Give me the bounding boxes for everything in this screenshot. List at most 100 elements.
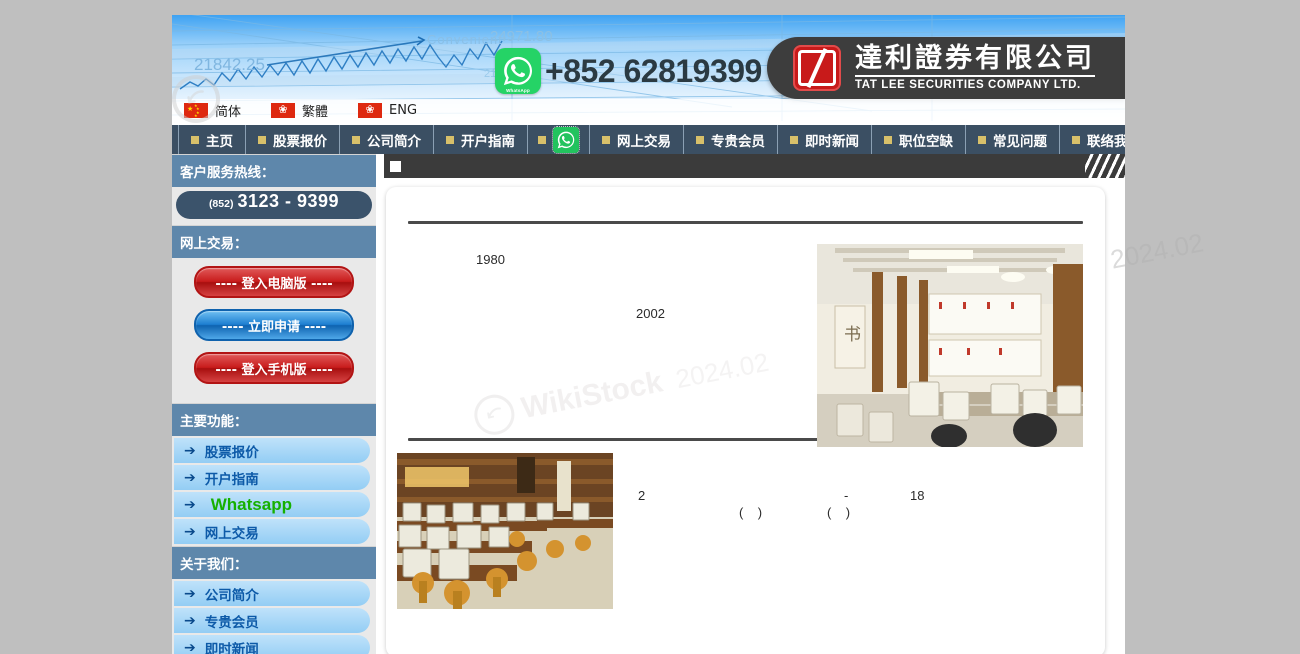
banner-tagline: Convenient xyxy=(427,32,503,47)
logo-divider xyxy=(855,75,1095,78)
whatsapp-contact[interactable]: WhatsApp +852 62819399 xyxy=(495,48,762,94)
sidebar-item-about[interactable]: ➔ 公司简介 xyxy=(174,581,370,606)
nav-account-guide[interactable]: 开户指南 xyxy=(434,125,528,154)
sidebar-item-about-label: 公司简介 xyxy=(204,587,259,604)
section2-number: 18 xyxy=(910,488,925,503)
main-navigation: 主页 股票报价 公司简介 开户指南 网上交易 专贵会员 即时新闻 职位空缺 常见… xyxy=(172,125,1125,154)
sidebar: 客户服务热线： (852) 3123 - 9399 网上交易： ---- 登入电… xyxy=(172,154,376,654)
office-photo-1: 书 xyxy=(817,244,1083,447)
section2-count: 2 xyxy=(638,488,646,503)
sidebar-item-quotes[interactable]: ➔ 股票报价 xyxy=(174,438,370,463)
arrow-right-icon: ➔ xyxy=(184,442,196,459)
nav-contact-label: 联络我们 xyxy=(1087,133,1125,150)
login-desktop-button[interactable]: ---- 登入电脑版 ---- xyxy=(194,266,354,298)
hotline-heading: 客户服务热线： xyxy=(172,154,376,187)
nav-whatsapp[interactable] xyxy=(528,125,590,154)
whatsapp-icon[interactable] xyxy=(552,125,580,154)
nav-jobs[interactable]: 职位空缺 xyxy=(872,125,966,154)
nav-online-trading[interactable]: 网上交易 xyxy=(590,125,684,154)
arrow-right-icon: ➔ xyxy=(184,496,196,513)
topbar-stripes-decoration xyxy=(1085,154,1125,178)
page-body: 客户服务热线： (852) 3123 - 9399 网上交易： ---- 登入电… xyxy=(172,154,1125,654)
nav-account-guide-label: 开户指南 xyxy=(461,133,515,150)
arrow-right-icon: ➔ xyxy=(184,612,196,629)
nav-about-label: 公司简介 xyxy=(367,133,421,150)
nav-faq-label: 常见问题 xyxy=(993,133,1047,150)
company-logo[interactable]: 達利證券有限公司 TAT LEE SECURITIES COMPANY LTD. xyxy=(767,37,1125,99)
nav-faq[interactable]: 常见问题 xyxy=(966,125,1060,154)
sidebar-item-news-label: 即时新闻 xyxy=(204,641,259,654)
office-photo-2 xyxy=(397,453,613,609)
company-name-block: 達利證券有限公司 TAT LEE SECURITIES COMPANY LTD. xyxy=(855,42,1095,92)
lang-english[interactable]: ❀ ENG xyxy=(358,102,418,118)
nav-about[interactable]: 公司简介 xyxy=(340,125,434,154)
watermark-left xyxy=(172,70,225,128)
year-founded: 1980 xyxy=(476,252,505,267)
login-mobile-button[interactable]: ---- 登入手机版 ---- xyxy=(194,352,354,384)
trading-buttons: ---- 登入电脑版 ---- ---- 立即申请 ---- ---- 登入手机… xyxy=(172,258,376,403)
company-history-section: 1980 2002 书 xyxy=(386,224,1105,447)
bullet-icon xyxy=(790,135,798,144)
apply-now-button[interactable]: ---- 立即申请 ---- xyxy=(194,309,354,341)
section2-parenthesis-1: ( ) xyxy=(739,505,763,520)
arrow-right-icon: ➔ xyxy=(184,523,196,540)
lang-english-label: ENG xyxy=(389,102,418,118)
nav-quotes-label: 股票报价 xyxy=(273,133,327,150)
bullet-icon xyxy=(602,135,610,144)
page-root: 21842.25 24971.80 21500.00 Convenient Wh… xyxy=(172,15,1125,654)
sidebar-item-account-guide[interactable]: ➔ 开户指南 xyxy=(174,465,370,490)
functions-heading: 主要功能： xyxy=(172,403,376,436)
wikistock-logo-icon xyxy=(172,70,225,128)
company-name-en: TAT LEE SECURITIES COMPANY LTD. xyxy=(855,79,1081,92)
nav-home[interactable]: 主页 xyxy=(178,125,246,154)
language-switcher: ★ ★ ★ ★ ★ 简体 ❀ 繁體 ❀ ENG xyxy=(172,99,1125,121)
bullet-icon xyxy=(352,135,360,144)
arrow-right-icon: ➔ xyxy=(184,585,196,602)
bullet-icon xyxy=(538,135,546,144)
sidebar-item-whatsapp-label: Whatsapp xyxy=(210,494,292,514)
nav-jobs-label: 职位空缺 xyxy=(899,133,953,150)
hotline-pill[interactable]: (852) 3123 - 9399 xyxy=(176,191,372,219)
whatsapp-phone-number: +852 62819399 xyxy=(545,52,762,89)
sidebar-item-account-guide-label: 开户指南 xyxy=(204,471,259,488)
tat-lee-logo-icon xyxy=(793,45,841,91)
whatsapp-glyph xyxy=(503,56,533,86)
section2-parenthesis-2: ( ) xyxy=(827,505,851,520)
nav-vip-member-label: 专贵会员 xyxy=(711,133,765,150)
arrow-right-icon: ➔ xyxy=(184,639,196,654)
bullet-icon xyxy=(978,135,986,144)
nav-vip-member[interactable]: 专贵会员 xyxy=(684,125,778,154)
company-name-cn: 達利證券有限公司 xyxy=(855,42,1095,74)
site-banner: 21842.25 24971.80 21500.00 Convenient Wh… xyxy=(172,15,1125,121)
trading-hall-section: 2 - 18 ( ) ( ) xyxy=(386,441,1105,641)
bullet-icon xyxy=(191,135,199,144)
hotline-prefix: (852) xyxy=(208,198,234,210)
content-card: 1980 2002 书 2 - 18 () () xyxy=(386,187,1105,654)
sidebar-item-online-trading[interactable]: ➔ 网上交易 xyxy=(174,519,370,544)
whatsapp-icon[interactable]: WhatsApp xyxy=(495,48,541,94)
nav-news-label: 即时新闻 xyxy=(805,133,859,150)
bullet-icon xyxy=(1072,135,1080,144)
hk-flag-icon-2: ❀ xyxy=(358,102,383,118)
content-topbar xyxy=(384,154,1125,178)
topbar-square-icon xyxy=(390,160,401,172)
sidebar-item-vip-label: 专贵会员 xyxy=(204,614,259,631)
trading-heading: 网上交易： xyxy=(172,225,376,258)
sidebar-item-whatsapp[interactable]: ➔ Whatsapp xyxy=(174,492,370,517)
whatsapp-wordmark: WhatsApp xyxy=(506,88,530,93)
sidebar-item-vip[interactable]: ➔ 专贵会员 xyxy=(174,608,370,633)
hotline-number: 3123 - 9399 xyxy=(237,191,340,211)
lang-traditional[interactable]: ❀ 繁體 xyxy=(271,101,328,120)
office-photo-1-image: 书 xyxy=(817,244,1083,447)
nav-news[interactable]: 即时新闻 xyxy=(778,125,872,154)
about-heading: 关于我们： xyxy=(172,546,376,579)
nav-quotes[interactable]: 股票报价 xyxy=(246,125,340,154)
sidebar-item-online-trading-label: 网上交易 xyxy=(204,525,259,542)
nav-contact[interactable]: 联络我们 xyxy=(1060,125,1125,154)
arrow-right-icon: ➔ xyxy=(184,469,196,486)
whatsapp-glyph xyxy=(557,131,575,148)
sidebar-item-news[interactable]: ➔ 即时新闻 xyxy=(174,635,370,654)
section2-dash: - xyxy=(844,488,849,503)
year-second: 2002 xyxy=(636,306,665,321)
bullet-icon xyxy=(258,135,266,144)
